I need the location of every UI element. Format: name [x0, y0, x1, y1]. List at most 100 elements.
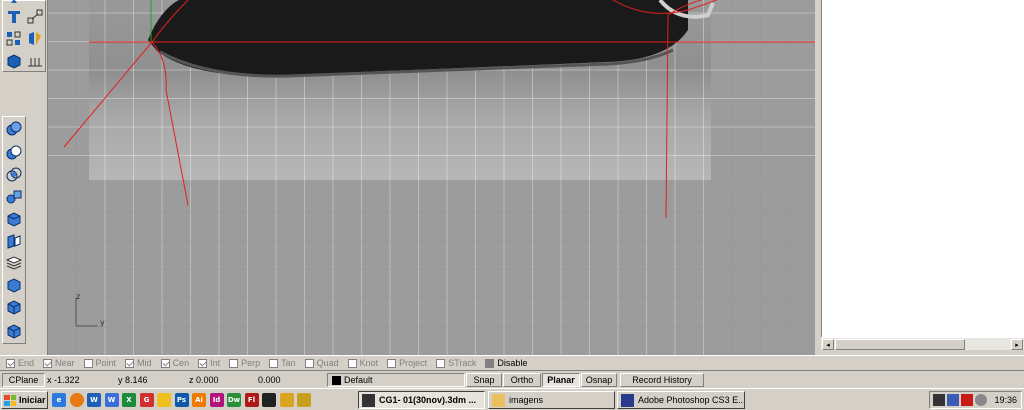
ie-icon[interactable]: e [52, 393, 66, 407]
ortho-toggle[interactable]: Ortho [503, 373, 541, 387]
boolean-split-icon[interactable] [4, 187, 24, 207]
layer-color-swatch [332, 375, 341, 385]
fl-icon[interactable]: Fl [244, 393, 259, 407]
osnap-label: Tan [281, 358, 296, 368]
osnap-point[interactable]: Point [83, 358, 116, 368]
osnap-checkbox[interactable] [160, 358, 170, 368]
osnap-checkbox[interactable] [436, 358, 446, 368]
coord-extra: 0.000 [258, 375, 281, 385]
osnap-toggle[interactable]: Osnap [581, 373, 617, 387]
osnap-checkbox[interactable] [485, 358, 495, 368]
osnap-checkbox[interactable] [198, 358, 208, 368]
osnap-checkbox[interactable] [6, 358, 15, 368]
box-icon[interactable] [4, 51, 24, 71]
coord-x: x -1.322 [47, 375, 80, 385]
task-button[interactable]: Adobe Photoshop CS3 E... [617, 391, 745, 409]
osnap-knot[interactable]: Knot [347, 358, 378, 368]
osnap-tan[interactable]: Tan [269, 358, 296, 368]
task-button[interactable]: imagens [488, 391, 615, 409]
clock: 19:36 [994, 395, 1017, 405]
snap-toggle[interactable]: Snap [466, 373, 502, 387]
sphere-difference-icon[interactable] [4, 143, 24, 163]
osnap-checkbox[interactable] [83, 358, 93, 368]
excel-icon[interactable]: X [122, 393, 136, 407]
osnap-int[interactable]: Int [198, 358, 220, 368]
task-label: Adobe Photoshop CS3 E... [638, 395, 745, 405]
layer-field[interactable]: Default [327, 373, 465, 387]
id-icon[interactable]: Id [209, 393, 224, 407]
osnap-strack[interactable]: STrack [436, 358, 476, 368]
cap-holes-icon[interactable] [4, 209, 24, 229]
osnap-checkbox[interactable] [347, 358, 357, 368]
osnap-label: End [18, 358, 35, 368]
ai-icon[interactable]: Ai [192, 393, 206, 407]
sphere-union-icon[interactable] [4, 119, 24, 139]
osnap-checkbox[interactable] [43, 358, 53, 368]
task-label: imagens [509, 395, 544, 405]
osnap-mid[interactable]: Mid [125, 358, 152, 368]
osnap-cen[interactable]: Cen [160, 358, 190, 368]
viewport-geometry [63, 0, 815, 219]
axis-z-label: z [76, 292, 81, 301]
osnap-disable[interactable]: Disable [485, 358, 527, 368]
osnap-near[interactable]: Near [43, 358, 75, 368]
windows-flag-icon [4, 394, 16, 406]
osnap-checkbox[interactable] [229, 358, 239, 368]
array-icon[interactable] [4, 29, 24, 49]
solid-box-3-icon[interactable] [4, 321, 24, 341]
left-toolbar [0, 0, 48, 355]
start-button[interactable]: Iniciar [1, 391, 48, 409]
osnap-checkbox[interactable] [304, 358, 314, 368]
horizontal-scrollbar[interactable]: ◂ ▸ [821, 337, 1024, 350]
osnap-quad[interactable]: Quad [304, 358, 339, 368]
osnap-project[interactable]: Project [387, 358, 427, 368]
properties-pane [821, 0, 1024, 337]
photo-icon[interactable]: G [139, 393, 154, 407]
extract-surface-icon[interactable] [4, 231, 24, 251]
system-tray: 19:36 [929, 391, 1022, 409]
firefox-icon[interactable] [69, 393, 84, 407]
osnap-label: Cen [172, 358, 190, 368]
media-icon[interactable] [297, 393, 311, 407]
tray-app-icon[interactable] [947, 394, 959, 406]
scroll-right-icon[interactable]: ▸ [1011, 339, 1023, 350]
coord-z: z 0.000 [189, 375, 219, 385]
solid-box-2-icon[interactable] [4, 297, 24, 317]
folder-icon [492, 393, 505, 407]
ps-icon[interactable]: Ps [174, 393, 189, 407]
task-label: CG1- 01(30nov).3dm ... [379, 395, 477, 405]
write-icon[interactable]: W [104, 393, 119, 407]
tray-network-icon[interactable] [933, 394, 945, 406]
task-button[interactable]: CG1- 01(30nov).3dm ... [358, 391, 485, 409]
sphere-intersect-icon[interactable] [4, 165, 24, 185]
scale-icon[interactable] [25, 7, 45, 27]
dw-icon[interactable]: Dw [227, 393, 241, 407]
osnap-checkbox[interactable] [125, 358, 135, 368]
planar-toggle[interactable]: Planar [542, 373, 580, 387]
osnap-perp[interactable]: Perp [229, 358, 260, 368]
explorer-icon[interactable] [157, 393, 171, 407]
toolbar-group-solids [2, 116, 26, 344]
osnap-checkbox[interactable] [269, 358, 279, 368]
osnap-end[interactable]: End [6, 358, 34, 368]
tray-acrobat-icon[interactable] [961, 394, 973, 406]
text-tool-icon[interactable] [4, 7, 24, 27]
osnap-label: Int [210, 358, 221, 368]
folder-icon[interactable] [279, 393, 294, 407]
tray-volume-icon[interactable] [975, 394, 987, 406]
scroll-left-icon[interactable]: ◂ [822, 339, 834, 350]
coord-y: y 8.146 [118, 375, 148, 385]
viewport-top[interactable]: z y [48, 0, 815, 355]
osnap-checkbox[interactable] [387, 358, 397, 368]
record-history-toggle[interactable]: Record History [620, 373, 704, 387]
axis-indicator: z y [70, 292, 130, 332]
osnap-label: Disable [497, 358, 528, 368]
layers-stack-icon[interactable] [4, 253, 24, 273]
osnap-label: Mid [137, 358, 152, 368]
scroll-thumb[interactable] [835, 339, 965, 350]
rhino-icon[interactable] [262, 393, 276, 407]
dimension-icon[interactable] [25, 51, 45, 71]
solid-box-icon[interactable] [4, 275, 24, 295]
word-icon[interactable]: W [87, 393, 101, 407]
mirror-icon[interactable] [25, 29, 45, 49]
